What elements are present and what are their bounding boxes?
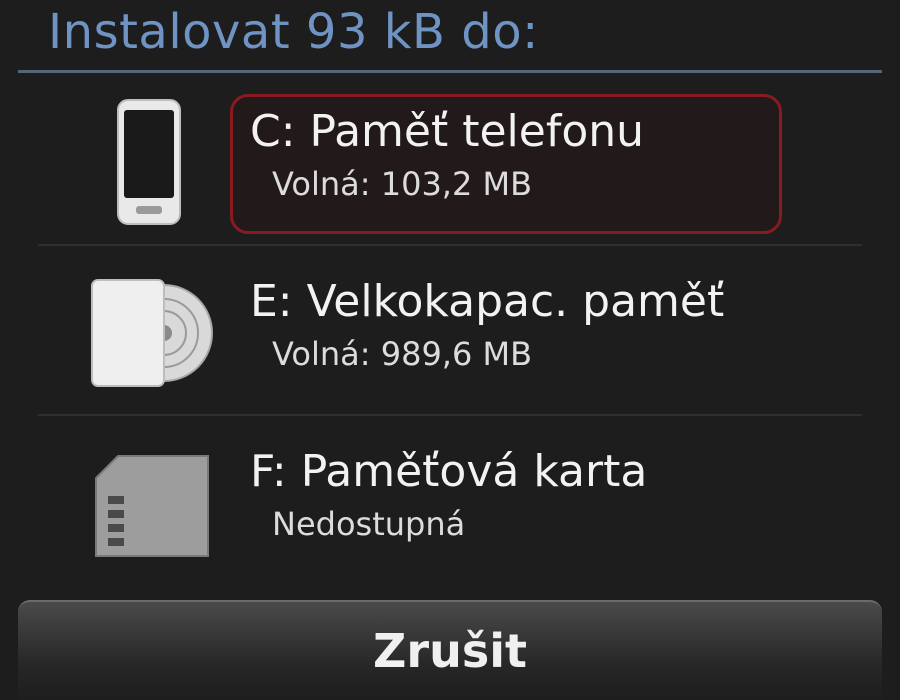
storage-option-text: C: Paměť telefonu Volná: 103,2 MB — [250, 96, 852, 226]
cancel-button-label: Zrušit — [373, 624, 527, 678]
storage-option-mass-memory[interactable]: E: Velkokapac. paměť Volná: 989,6 MB — [38, 246, 862, 416]
dialog-title: Instalovat 93 kB do: — [48, 4, 539, 60]
cancel-button[interactable]: Zrušit — [18, 600, 882, 700]
storage-option-status: Volná: 989,6 MB — [272, 335, 533, 373]
storage-option-text: E: Velkokapac. paměť Volná: 989,6 MB — [250, 266, 852, 396]
phone-icon — [74, 98, 224, 228]
storage-option-phone-memory[interactable]: C: Paměť telefonu Volná: 103,2 MB — [38, 76, 862, 246]
install-location-dialog: Instalovat 93 kB do: C: Paměť telefonu V… — [0, 0, 900, 700]
storage-option-status: Nedostupná — [272, 505, 466, 543]
storage-option-memory-card[interactable]: F: Paměťová karta Nedostupná — [38, 416, 862, 586]
storage-option-name: E: Velkokapac. paměť — [250, 276, 725, 327]
storage-option-status: Volná: 103,2 MB — [272, 165, 533, 203]
title-divider — [18, 70, 882, 73]
storage-option-list: C: Paměť telefonu Volná: 103,2 MB E: Vel… — [38, 76, 862, 586]
storage-option-name: C: Paměť telefonu — [250, 106, 645, 157]
mass-storage-icon — [74, 268, 224, 398]
storage-option-name: F: Paměťová karta — [250, 446, 648, 497]
memory-card-icon — [74, 438, 224, 568]
storage-option-text: F: Paměťová karta Nedostupná — [250, 436, 852, 566]
